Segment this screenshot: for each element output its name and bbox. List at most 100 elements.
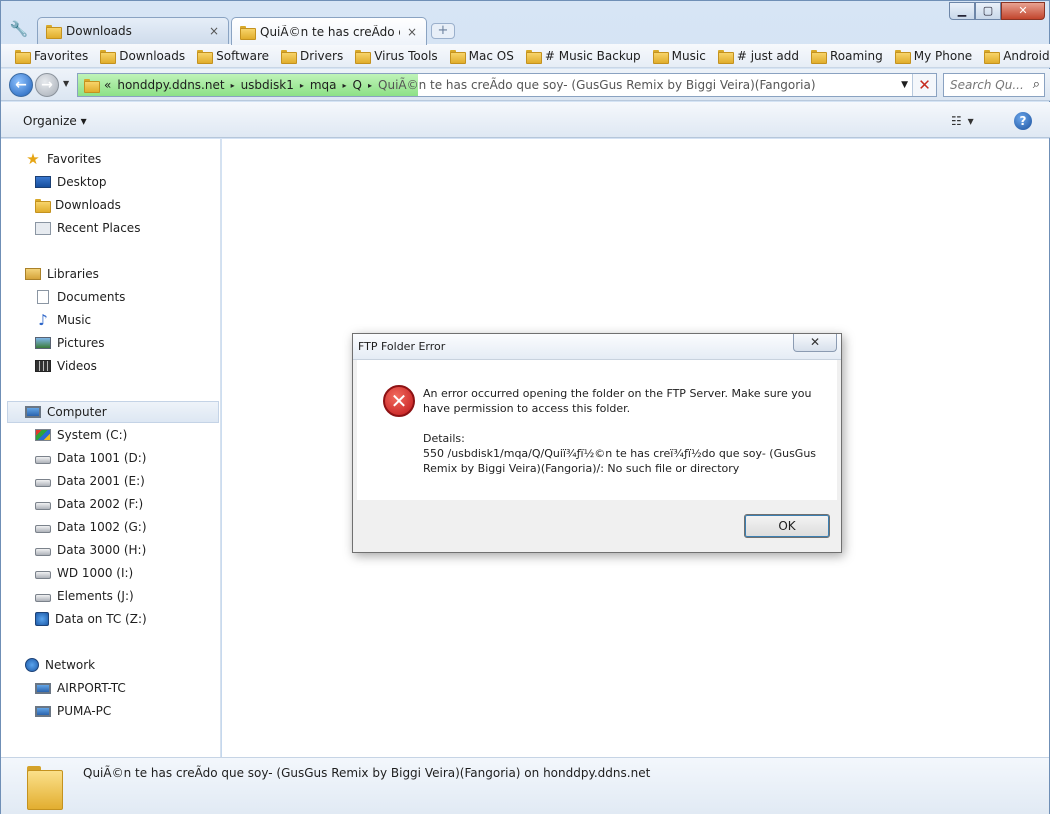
dialog-message-block: An error occurred opening the folder on … (423, 386, 823, 476)
nav-network[interactable]: Network (1, 654, 219, 676)
search-icon[interactable]: ⌕ (1033, 77, 1040, 92)
breadcrumb-current-folder[interactable]: QuiÃ©n te has creÃ­do que soy- (GusGus R… (378, 78, 816, 92)
tab-downloads[interactable]: Downloads × (37, 17, 229, 44)
back-button[interactable]: ← (9, 73, 33, 97)
external-drive-icon (35, 570, 51, 579)
network-drive-icon (35, 612, 49, 626)
window-controls: ▁ ▢ ✕ (949, 2, 1045, 20)
tab-close-icon[interactable]: × (208, 24, 220, 38)
dialog-close-button[interactable]: ✕ (793, 334, 837, 352)
external-drive-icon (35, 547, 51, 556)
nav-puma-pc[interactable]: PUMA-PC (1, 700, 219, 722)
recent-places-icon (35, 221, 51, 235)
library-icon (25, 268, 41, 280)
tab-label: QuiÃ©n te has creÃ­do que soy- (GusGus R… (260, 24, 400, 39)
address-bar[interactable]: « honddpy.ddns.net ▸ usbdisk1 ▸ mqa ▸ Q … (77, 73, 937, 97)
folder-icon (35, 199, 51, 213)
breadcrumb-mqa[interactable]: mqa (310, 78, 337, 92)
nav-music[interactable]: ♪ Music (1, 309, 219, 331)
nav-downloads[interactable]: Downloads (1, 194, 219, 216)
ftp-error-dialog: FTP Folder Error ✕ ✕ An error occurred o… (352, 333, 842, 553)
nav-desktop[interactable]: Desktop (1, 171, 219, 193)
nav-favorites[interactable]: ★ Favorites (1, 148, 219, 170)
dialog-footer: OK (357, 500, 837, 550)
folder-icon (27, 766, 63, 810)
details-folder-name: QuiÃ©n te has creÃ­do que soy- (GusGus R… (83, 766, 651, 780)
command-bar: Organize ▾ ☷ ▾ ? (1, 102, 1050, 138)
picture-icon (35, 337, 51, 349)
dialog-title: FTP Folder Error (358, 340, 446, 353)
nav-computer[interactable]: Computer (7, 401, 219, 423)
bookmark-music[interactable]: Music (647, 49, 712, 64)
search-input[interactable]: Search Qu... ⌕ (943, 73, 1045, 97)
nav-drive-j[interactable]: Elements (J:) (1, 585, 219, 607)
computer-icon (25, 406, 41, 418)
nav-drive-d[interactable]: Data 1001 (D:) (1, 447, 219, 469)
folder-icon (449, 49, 466, 64)
breadcrumb-q[interactable]: Q (353, 78, 362, 92)
breadcrumb-separator-icon[interactable]: ▸ (343, 81, 347, 90)
hard-drive-icon (35, 455, 51, 464)
nav-drive-g[interactable]: Data 1002 (G:) (1, 516, 219, 538)
folder-icon (811, 49, 827, 64)
dialog-message: An error occurred opening the folder on … (423, 387, 812, 415)
breadcrumb-overflow[interactable]: « (104, 78, 111, 92)
folder-icon (717, 49, 734, 64)
tab-current-folder[interactable]: QuiÃ©n te has creÃ­do que soy- (GusGus R… (231, 17, 427, 45)
help-icon[interactable]: ? (1014, 112, 1032, 130)
new-tab-button[interactable]: + (431, 23, 455, 39)
close-window-button[interactable]: ✕ (1001, 2, 1045, 20)
stop-loading-button[interactable]: ✕ (912, 74, 936, 96)
organize-button[interactable]: Organize ▾ (23, 114, 87, 128)
dialog-title-bar[interactable]: FTP Folder Error ✕ (353, 334, 841, 360)
explorer-window: 🔧 Downloads × QuiÃ©n te has creÃ­do que … (0, 0, 1050, 814)
address-dropdown-icon[interactable]: ▼ (901, 80, 908, 90)
recent-pages-chevron-icon[interactable]: ▼ (63, 79, 69, 88)
breadcrumb-usbdisk1[interactable]: usbdisk1 (241, 78, 294, 92)
nav-videos[interactable]: Videos (1, 355, 219, 377)
change-view-button[interactable]: ☷ ▾ (951, 114, 975, 128)
hard-drive-icon (35, 478, 51, 487)
bookmark-mac-os[interactable]: Mac OS (444, 49, 520, 64)
breadcrumb-separator-icon[interactable]: ▸ (368, 81, 372, 90)
bookmark-downloads[interactable]: Downloads (94, 49, 191, 64)
bookmark-roaming[interactable]: Roaming (805, 49, 889, 64)
bookmark-favorites[interactable]: Favorites (9, 49, 94, 64)
nav-airport-tc[interactable]: AIRPORT-TC (1, 677, 219, 699)
nav-drive-i[interactable]: WD 1000 (I:) (1, 562, 219, 584)
bookmark-drivers[interactable]: Drivers (275, 49, 349, 64)
folder-icon (240, 25, 256, 40)
breadcrumb-separator-icon[interactable]: ▸ (231, 81, 235, 90)
wrench-icon[interactable]: 🔧 (9, 19, 29, 39)
maximize-button[interactable]: ▢ (975, 2, 1001, 20)
bookmark-software[interactable]: Software (191, 49, 275, 64)
nav-drive-h[interactable]: Data 3000 (H:) (1, 539, 219, 561)
folder-icon (197, 49, 214, 64)
bookmark-just-add[interactable]: # just add (712, 49, 805, 64)
breadcrumb-host[interactable]: honddpy.ddns.net (117, 78, 224, 92)
nav-libraries[interactable]: Libraries (1, 263, 219, 285)
minimize-button[interactable]: ▁ (949, 2, 975, 20)
ok-button[interactable]: OK (744, 514, 830, 538)
error-icon: ✕ (383, 385, 415, 417)
nav-drive-f[interactable]: Data 2002 (F:) (1, 493, 219, 515)
folder-icon (652, 49, 669, 64)
nav-recent-places[interactable]: Recent Places (1, 217, 219, 239)
nav-drive-e[interactable]: Data 2001 (E:) (1, 470, 219, 492)
hard-drive-icon (35, 501, 51, 510)
nav-pictures[interactable]: Pictures (1, 332, 219, 354)
folder-icon (894, 49, 911, 64)
details-pane: QuiÃ©n te has creÃ­do que soy- (GusGus R… (1, 757, 1049, 814)
nav-drive-z[interactable]: Data on TC (Z:) (1, 608, 219, 630)
nav-documents[interactable]: Documents (1, 286, 219, 308)
bookmark-android[interactable]: Android (978, 49, 1050, 64)
bookmark-music-backup[interactable]: # Music Backup (520, 49, 647, 64)
nav-drive-c[interactable]: System (C:) (1, 424, 219, 446)
forward-button[interactable]: → (35, 73, 59, 97)
bookmark-my-phone[interactable]: My Phone (889, 49, 978, 64)
folder-icon (46, 25, 62, 39)
tab-close-icon[interactable]: × (406, 25, 418, 39)
star-icon: ★ (26, 150, 40, 168)
breadcrumb-separator-icon[interactable]: ▸ (300, 81, 304, 90)
bookmark-virus-tools[interactable]: Virus Tools (349, 49, 443, 64)
